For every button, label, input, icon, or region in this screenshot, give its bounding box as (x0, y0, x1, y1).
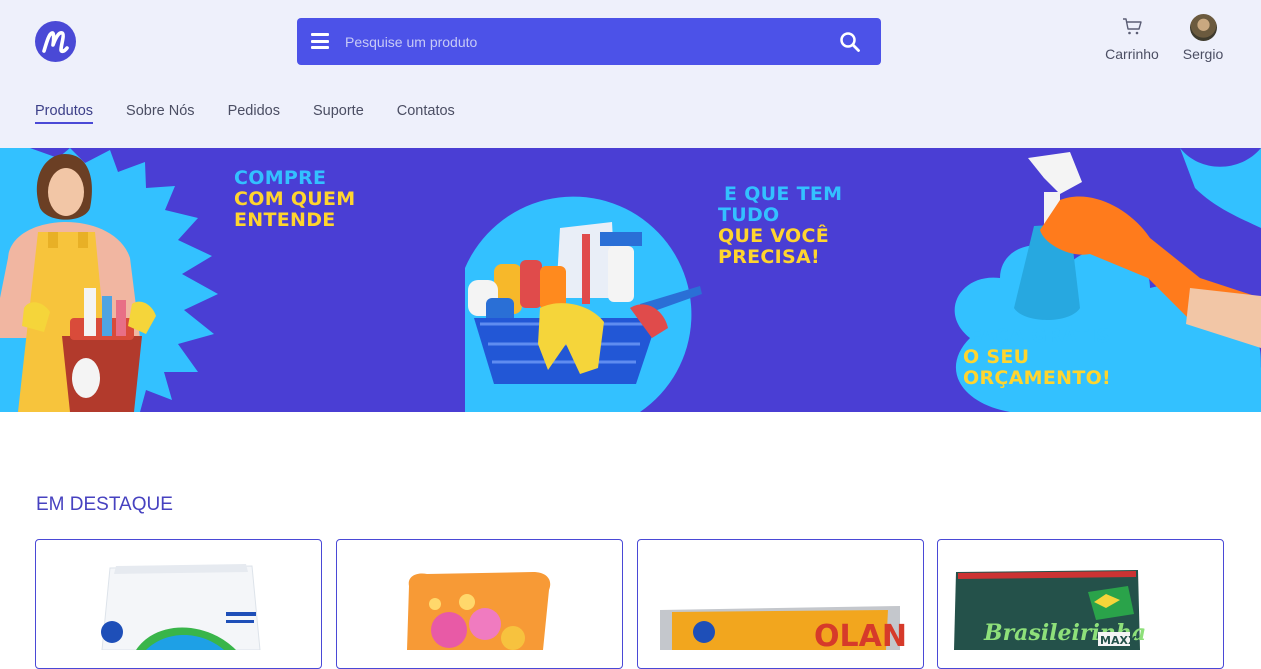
banner-text-line: ENTENDE (234, 209, 336, 231)
hero-banner[interactable]: COMPRE COM QUEM ENTENDE E QUE TEM TUDO Q… (0, 148, 1261, 412)
product-image-floral-soap (407, 572, 551, 650)
banner-text-line: QUE VOCÊ (718, 225, 830, 247)
banner-text-line: ORÇAMENTO! (963, 367, 1111, 389)
banner-text-line: E QUE TEM (724, 183, 843, 205)
banner-headline-3: FAÇA GRÁTIS O SEU ORÇAMENTO! (963, 326, 1111, 389)
svg-text:OLAN: OLAN (814, 619, 907, 650)
banner-text-line: COM QUEM (234, 188, 356, 210)
cart-label: Carrinho (1105, 46, 1159, 62)
user-name-label: Sergio (1182, 46, 1224, 62)
banner-text-line: FAÇA GRÁTIS (969, 325, 1111, 347)
hamburger-menu-icon[interactable] (311, 33, 329, 49)
banner-text-line: TUDO (718, 204, 780, 226)
banner-text-line: O SEU (963, 346, 1030, 368)
user-avatar (1189, 14, 1217, 41)
banner-headline-2: E QUE TEM TUDO QUE VOCÊ PRECISA! (718, 184, 842, 268)
shopping-cart-icon (1123, 18, 1142, 35)
product-card-sabonete[interactable] (336, 539, 623, 669)
featured-section-title: EM DESTAQUE (36, 494, 173, 515)
product-tag: MAXX (1100, 634, 1137, 647)
search-bar (297, 18, 881, 65)
nav-item-sobre-nos[interactable]: Sobre Nós (126, 103, 195, 123)
banner-text-line: COMPRE (234, 167, 327, 189)
search-input[interactable] (345, 27, 825, 56)
nav-item-produtos[interactable]: Produtos (35, 103, 94, 124)
main-nav: Produtos Sobre Nós Pedidos Suporte Conta… (35, 103, 455, 124)
product-image-detergent-bag (101, 564, 261, 651)
product-image-sponge-pack: Brasileirinha MAXX (954, 570, 1146, 650)
search-icon[interactable] (839, 31, 861, 53)
m-logo-icon (42, 31, 69, 54)
cart-button[interactable]: Carrinho (1102, 14, 1162, 62)
user-menu-button[interactable]: Sergio (1180, 14, 1226, 62)
banner-headline-1: COMPRE COM QUEM ENTENDE (234, 168, 355, 231)
nav-item-suporte[interactable]: Suporte (313, 103, 364, 123)
product-card-lava-roupas[interactable] (35, 539, 322, 669)
nav-item-pedidos[interactable]: Pedidos (228, 103, 280, 123)
product-card-esponja[interactable]: Brasileirinha MAXX (937, 539, 1224, 669)
brand-logo[interactable] (35, 21, 76, 62)
nav-item-contatos[interactable]: Contatos (397, 103, 455, 123)
product-image-soap-bar: OLAN (660, 606, 907, 654)
site-header: Carrinho Sergio Produtos Sobre Nós Pedid… (0, 0, 1261, 148)
product-card-sabao-barra[interactable]: OLAN (637, 539, 924, 669)
banner-text-line: PRECISA! (718, 246, 821, 268)
